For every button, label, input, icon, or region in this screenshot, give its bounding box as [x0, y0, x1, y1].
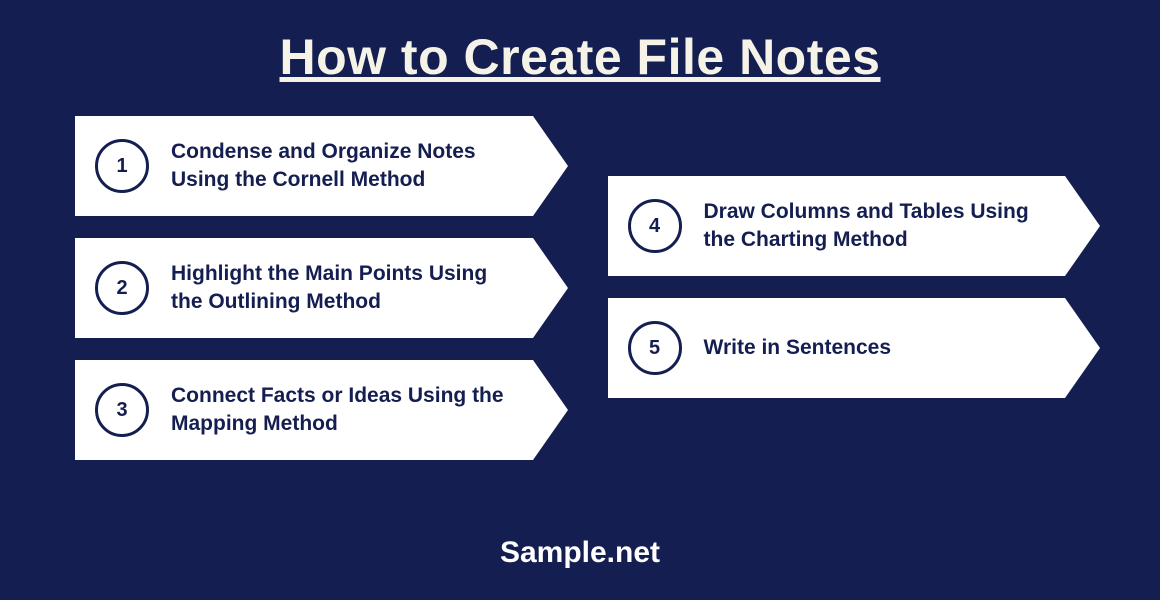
step-2: 2 Highlight the Main Points Using the Ou… — [75, 238, 568, 338]
step-body: 1 Condense and Organize Notes Using the … — [75, 116, 533, 216]
step-body: 5 Write in Sentences — [608, 298, 1066, 398]
arrow-icon — [533, 116, 568, 216]
step-text: Write in Sentences — [704, 334, 892, 362]
step-number-circle: 5 — [628, 321, 682, 375]
step-3: 3 Connect Facts or Ideas Using the Mappi… — [75, 360, 568, 460]
step-number-circle: 2 — [95, 261, 149, 315]
step-body: 4 Draw Columns and Tables Using the Char… — [608, 176, 1066, 276]
step-number-circle: 1 — [95, 139, 149, 193]
arrow-icon — [533, 238, 568, 338]
step-body: 3 Connect Facts or Ideas Using the Mappi… — [75, 360, 533, 460]
step-number-circle: 4 — [628, 199, 682, 253]
step-text: Connect Facts or Ideas Using the Mapping… — [171, 382, 523, 439]
step-number-circle: 3 — [95, 383, 149, 437]
arrow-icon — [1065, 298, 1100, 398]
arrow-icon — [533, 360, 568, 460]
step-body: 2 Highlight the Main Points Using the Ou… — [75, 238, 533, 338]
footer-text: Sample.net — [0, 536, 1160, 570]
step-text: Highlight the Main Points Using the Outl… — [171, 260, 523, 317]
left-column: 1 Condense and Organize Notes Using the … — [75, 116, 568, 460]
steps-container: 1 Condense and Organize Notes Using the … — [0, 86, 1160, 460]
step-1: 1 Condense and Organize Notes Using the … — [75, 116, 568, 216]
step-text: Condense and Organize Notes Using the Co… — [171, 138, 523, 195]
arrow-icon — [1065, 176, 1100, 276]
right-column: 4 Draw Columns and Tables Using the Char… — [608, 116, 1101, 460]
page-title: How to Create File Notes — [0, 0, 1160, 86]
step-4: 4 Draw Columns and Tables Using the Char… — [608, 176, 1101, 276]
step-5: 5 Write in Sentences — [608, 298, 1101, 398]
step-text: Draw Columns and Tables Using the Charti… — [704, 198, 1056, 255]
